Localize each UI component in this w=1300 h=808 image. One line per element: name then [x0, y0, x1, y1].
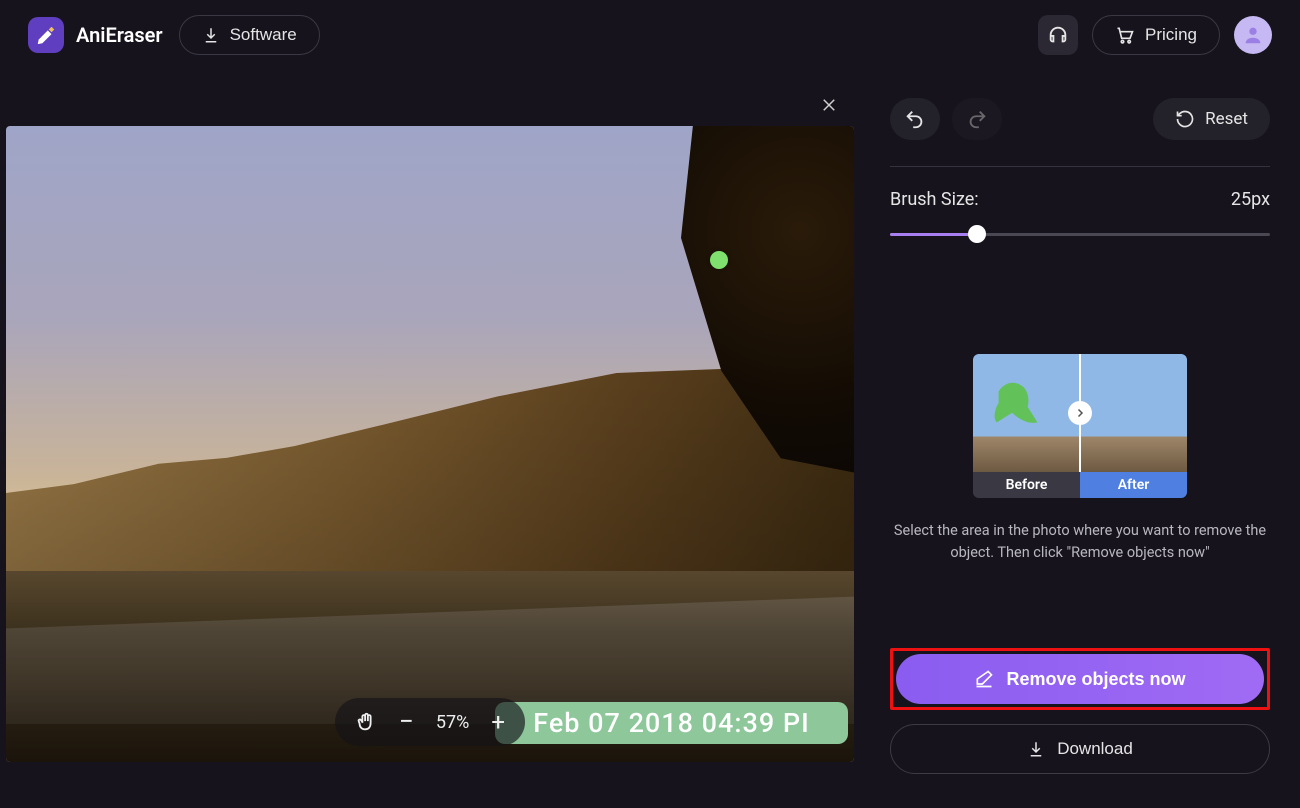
pricing-button[interactable]: Pricing	[1092, 15, 1220, 55]
tools-sidebar: Reset Brush Size: 25px	[860, 70, 1300, 808]
zoom-out-button[interactable]: −	[399, 707, 414, 737]
download-icon	[1027, 740, 1045, 758]
download-icon	[202, 26, 220, 44]
after-label: After	[1080, 472, 1187, 498]
cart-icon	[1115, 25, 1135, 45]
pan-hand-button[interactable]	[355, 711, 377, 733]
user-avatar[interactable]	[1234, 16, 1272, 54]
brush-cursor	[710, 251, 728, 269]
download-label: Download	[1057, 739, 1133, 759]
app-header: AniEraser Software Pricing	[0, 0, 1300, 70]
software-button[interactable]: Software	[179, 15, 320, 55]
software-label: Software	[230, 25, 297, 45]
helper-text: Select the area in the photo where you w…	[890, 520, 1270, 564]
redo-button[interactable]	[952, 98, 1002, 140]
download-button[interactable]: Download	[890, 724, 1270, 774]
undo-button[interactable]	[890, 98, 940, 140]
image-canvas[interactable]: Feb 07 2018 04:39 PI	[6, 126, 854, 762]
logo-icon	[28, 17, 64, 53]
reset-button[interactable]: Reset	[1153, 98, 1270, 140]
divider	[890, 166, 1270, 167]
zoom-in-button[interactable]: +	[491, 708, 505, 736]
remove-button-highlight: Remove objects now	[890, 648, 1270, 710]
canvas-area: Feb 07 2018 04:39 PI − 57% +	[0, 70, 860, 808]
app-name: AniEraser	[76, 23, 163, 47]
support-button[interactable]	[1038, 15, 1078, 55]
pricing-label: Pricing	[1145, 25, 1197, 45]
before-after-preview: Before After	[973, 354, 1187, 498]
brush-size-value: 25px	[1231, 189, 1270, 210]
eraser-icon	[974, 669, 994, 689]
slider-fill	[890, 233, 977, 236]
user-icon	[1242, 24, 1264, 46]
zoom-toolbar: − 57% +	[335, 698, 525, 746]
reset-label: Reset	[1205, 109, 1248, 129]
headphones-icon	[1047, 24, 1069, 46]
bird-mask-icon	[987, 372, 1049, 434]
remove-label: Remove objects now	[1006, 669, 1185, 690]
brush-size-slider[interactable]	[890, 224, 1270, 244]
zoom-value: 57%	[436, 712, 469, 733]
brush-size-label: Brush Size:	[890, 189, 979, 210]
undo-icon	[904, 108, 926, 130]
remove-objects-button[interactable]: Remove objects now	[896, 654, 1264, 704]
slider-thumb[interactable]	[968, 225, 986, 243]
preview-before	[973, 354, 1081, 472]
compare-arrow-icon	[1068, 401, 1092, 425]
before-label: Before	[973, 472, 1080, 498]
close-image-button[interactable]	[820, 96, 838, 114]
watermark-selection: Feb 07 2018 04:39 PI	[495, 702, 848, 744]
reset-icon	[1175, 109, 1195, 129]
redo-icon	[966, 108, 988, 130]
app-logo: AniEraser	[28, 17, 163, 53]
preview-after	[1081, 354, 1187, 472]
